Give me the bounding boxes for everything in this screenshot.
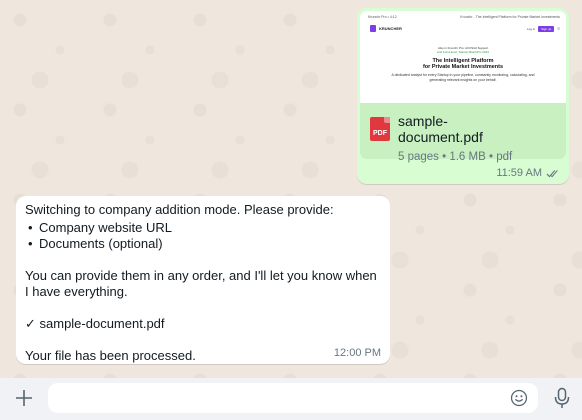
- composer-bar: [0, 378, 582, 420]
- outgoing-timestamp: 11:59 AM: [496, 167, 560, 179]
- message-paragraph: You can provide them in any order, and I…: [25, 268, 377, 299]
- list-item: Documents (optional): [28, 236, 381, 252]
- preview-subtext: A dedicated analyst for every Startup in…: [391, 73, 535, 82]
- preview-topbar: Krunchr Pro • 4:12 Krunchr - The Intelli…: [360, 11, 566, 19]
- pdf-file-icon: PDF: [370, 117, 390, 141]
- plus-icon: [16, 390, 32, 406]
- preview-nav-right: Log in Sign up ☰: [526, 25, 560, 32]
- message-intro: Switching to company addition mode. Plea…: [25, 202, 334, 217]
- list-item: Company website URL: [28, 220, 381, 236]
- pdf-icon-label: PDF: [373, 130, 387, 137]
- message-input[interactable]: [48, 383, 538, 413]
- received-file-line: ✓ sample-document.pdf: [25, 316, 165, 331]
- preview-nav-button: Sign up: [538, 25, 555, 32]
- file-meta: 5 pages • 1.6 MB • pdf: [398, 151, 513, 163]
- double-check-icon: [546, 169, 558, 177]
- processed-line: Your file has been processed.: [25, 348, 196, 363]
- microphone-icon[interactable]: [552, 387, 572, 409]
- incoming-message-bubble[interactable]: Switching to company addition mode. Plea…: [16, 196, 390, 364]
- document-file-card[interactable]: PDF sample-document.pdf 5 pages • 1.6 MB…: [360, 103, 566, 163]
- preview-headline-2: for Private Market Investments: [422, 64, 504, 70]
- file-name: sample-document.pdf: [398, 113, 483, 145]
- preview-topbar-right: Krunchr - The Intelligent Platform for P…: [460, 15, 560, 19]
- outgoing-time: 11:59 AM: [496, 167, 542, 179]
- preview-navbar: KRUNCHER Log in Sign up ☰: [360, 19, 566, 32]
- preview-logo: KRUNCHER: [370, 25, 402, 32]
- preview-nav-link: Log in: [526, 26, 536, 31]
- preview-logo-icon: [370, 25, 376, 32]
- preview-menu-icon: ☰: [557, 26, 560, 31]
- preview-topbar-left: Krunchr Pro • 4:12: [368, 15, 397, 19]
- document-preview-thumbnail[interactable]: Krunchr Pro • 4:12 Krunchr - The Intelli…: [360, 11, 566, 103]
- emoji-icon[interactable]: [510, 389, 528, 407]
- incoming-timestamp: 12:00 PM: [333, 347, 381, 359]
- file-info: sample-document.pdf 5 pages • 1.6 MB • p…: [398, 113, 518, 163]
- preview-small-line-2: and Fund-level, Startup BatchPro 2024: [437, 50, 489, 54]
- outgoing-message-bubble[interactable]: Krunchr Pro • 4:12 Krunchr - The Intelli…: [357, 8, 569, 184]
- preview-logo-text: KRUNCHER: [379, 26, 402, 31]
- requirements-list: Company website URL Documents (optional): [25, 220, 381, 252]
- attach-button[interactable]: [13, 387, 35, 409]
